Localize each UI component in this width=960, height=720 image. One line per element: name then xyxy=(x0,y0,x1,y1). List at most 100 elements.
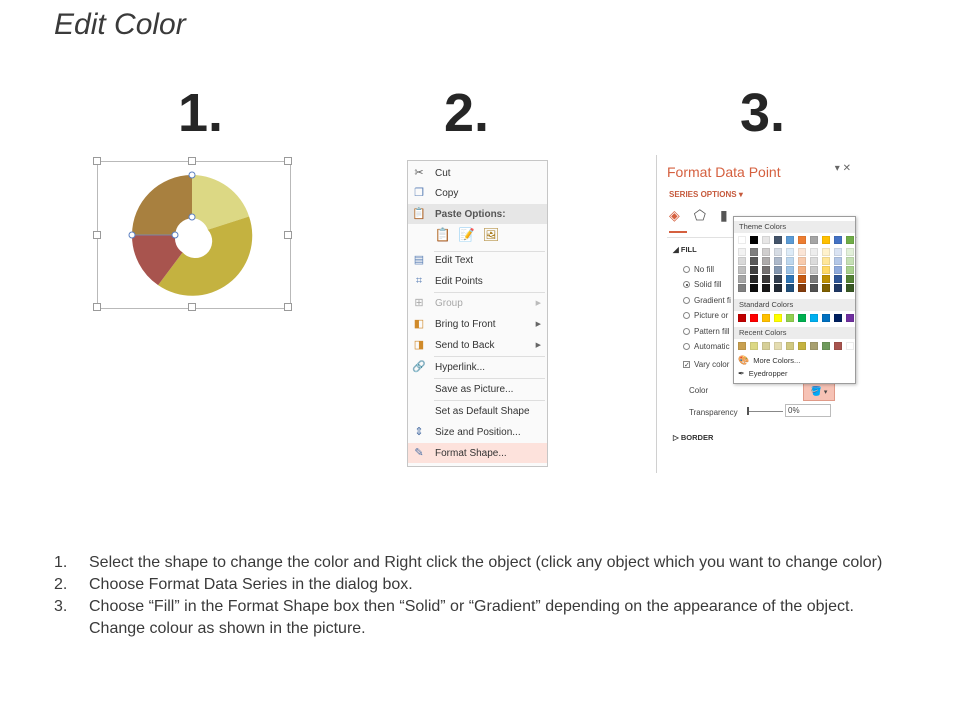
standard-color-swatch[interactable] xyxy=(822,314,830,322)
theme-color-swatch[interactable] xyxy=(822,236,830,244)
theme-color-shade-swatch[interactable] xyxy=(822,284,830,292)
theme-color-shade-swatch[interactable] xyxy=(822,257,830,265)
transparency-slider-track[interactable] xyxy=(747,411,783,412)
theme-color-shade-swatch[interactable] xyxy=(834,275,842,283)
theme-color-shade-swatch[interactable] xyxy=(810,257,818,265)
theme-color-shade-swatch[interactable] xyxy=(798,257,806,265)
theme-color-swatch[interactable] xyxy=(834,236,842,244)
theme-color-swatch[interactable] xyxy=(750,236,758,244)
theme-color-shade-swatch[interactable] xyxy=(834,284,842,292)
paste-merge-formatting-icon[interactable]: 📝 xyxy=(458,225,476,245)
solid-fill-option[interactable]: Solid fill xyxy=(683,280,722,289)
theme-color-shade-swatch[interactable] xyxy=(846,275,854,283)
fill-section-header[interactable]: ◢ FILL xyxy=(673,245,697,254)
paste-keep-formatting-icon[interactable]: 📋 xyxy=(434,225,452,245)
theme-color-shade-swatch[interactable] xyxy=(810,248,818,256)
color-picker-button[interactable]: 🪣 ▾ xyxy=(803,382,835,401)
point-handle[interactable] xyxy=(128,231,136,239)
theme-color-shade-swatch[interactable] xyxy=(786,248,794,256)
effects-tab-icon[interactable]: ⬠ xyxy=(694,207,706,224)
picture-fill-option[interactable]: Picture or xyxy=(683,311,728,320)
theme-color-shade-swatch[interactable] xyxy=(774,257,782,265)
recent-color-swatch[interactable] xyxy=(786,342,794,350)
donut-chart[interactable] xyxy=(96,160,296,310)
transparency-input[interactable]: 0% xyxy=(785,404,831,417)
theme-color-swatch[interactable] xyxy=(786,236,794,244)
theme-color-shade-swatch[interactable] xyxy=(798,284,806,292)
theme-color-shade-swatch[interactable] xyxy=(798,248,806,256)
menu-item-format-shape[interactable]: ✎ Format Shape... xyxy=(408,443,547,463)
menu-item-group[interactable]: ⊞ Group ▶ xyxy=(408,293,547,313)
theme-color-swatch[interactable] xyxy=(774,236,782,244)
menu-item-hyperlink[interactable]: 🔗 Hyperlink... xyxy=(408,357,547,377)
theme-color-shade-swatch[interactable] xyxy=(810,275,818,283)
fill-line-tab-icon[interactable]: ◈ xyxy=(669,207,680,224)
standard-color-swatch[interactable] xyxy=(834,314,842,322)
standard-color-swatch[interactable] xyxy=(774,314,782,322)
theme-color-shade-swatch[interactable] xyxy=(786,266,794,274)
theme-color-shade-swatch[interactable] xyxy=(750,257,758,265)
theme-color-shade-swatch[interactable] xyxy=(774,275,782,283)
recent-color-swatch[interactable] xyxy=(810,342,818,350)
theme-color-shade-swatch[interactable] xyxy=(774,284,782,292)
no-fill-option[interactable]: No fill xyxy=(683,265,714,274)
theme-color-shade-swatch[interactable] xyxy=(774,248,782,256)
theme-color-shade-swatch[interactable] xyxy=(750,248,758,256)
recent-color-swatch[interactable] xyxy=(798,342,806,350)
theme-color-shade-swatch[interactable] xyxy=(738,248,746,256)
menu-item-cut[interactable]: ✂ Cut xyxy=(408,163,547,183)
theme-color-shade-swatch[interactable] xyxy=(786,257,794,265)
theme-color-shade-swatch[interactable] xyxy=(738,266,746,274)
theme-color-shade-swatch[interactable] xyxy=(750,284,758,292)
pane-options-icon[interactable]: ▾ xyxy=(835,163,840,174)
standard-color-swatch[interactable] xyxy=(810,314,818,322)
menu-item-bring-to-front[interactable]: ◧ Bring to Front ▶ xyxy=(408,314,547,334)
menu-item-copy[interactable]: ❐ Copy xyxy=(408,183,547,203)
menu-item-edit-points[interactable]: ⌗ Edit Points xyxy=(408,271,547,291)
theme-color-shade-swatch[interactable] xyxy=(834,248,842,256)
more-colors-item[interactable]: 🎨 More Colors... xyxy=(738,355,800,366)
close-icon[interactable]: ✕ xyxy=(843,163,851,174)
standard-color-swatch[interactable] xyxy=(798,314,806,322)
theme-color-shade-swatch[interactable] xyxy=(798,275,806,283)
pattern-fill-option[interactable]: Pattern fill xyxy=(683,327,730,336)
theme-color-swatch[interactable] xyxy=(846,236,854,244)
vary-colors-checkbox[interactable]: ✓ Vary color xyxy=(683,360,729,369)
recent-color-swatch[interactable] xyxy=(834,342,842,350)
menu-item-edit-text[interactable]: ▤ Edit Text xyxy=(408,250,547,270)
series-options-tab-icon[interactable]: ▮ xyxy=(720,207,728,224)
theme-color-shade-swatch[interactable] xyxy=(738,257,746,265)
theme-color-shade-swatch[interactable] xyxy=(834,257,842,265)
theme-color-shade-swatch[interactable] xyxy=(846,266,854,274)
standard-color-swatch[interactable] xyxy=(846,314,854,322)
standard-color-swatch[interactable] xyxy=(762,314,770,322)
theme-color-shade-swatch[interactable] xyxy=(822,275,830,283)
theme-color-shade-swatch[interactable] xyxy=(762,284,770,292)
theme-color-shade-swatch[interactable] xyxy=(762,266,770,274)
theme-color-shade-swatch[interactable] xyxy=(762,257,770,265)
theme-color-shade-swatch[interactable] xyxy=(846,248,854,256)
recent-color-swatch[interactable] xyxy=(846,342,854,350)
theme-color-shade-swatch[interactable] xyxy=(786,284,794,292)
theme-color-shade-swatch[interactable] xyxy=(834,266,842,274)
theme-color-shade-swatch[interactable] xyxy=(798,266,806,274)
theme-color-shade-swatch[interactable] xyxy=(810,284,818,292)
theme-color-shade-swatch[interactable] xyxy=(810,266,818,274)
theme-color-shade-swatch[interactable] xyxy=(822,266,830,274)
theme-color-swatch[interactable] xyxy=(810,236,818,244)
theme-color-shade-swatch[interactable] xyxy=(762,275,770,283)
theme-color-shade-swatch[interactable] xyxy=(774,266,782,274)
theme-color-shade-swatch[interactable] xyxy=(750,275,758,283)
gradient-fill-option[interactable]: Gradient fi xyxy=(683,296,731,305)
standard-color-swatch[interactable] xyxy=(750,314,758,322)
donut-segment-4[interactable] xyxy=(132,175,192,235)
menu-item-save-as-picture[interactable]: Save as Picture... xyxy=(408,379,547,399)
recent-color-swatch[interactable] xyxy=(738,342,746,350)
recent-color-swatch[interactable] xyxy=(750,342,758,350)
theme-color-shade-swatch[interactable] xyxy=(846,257,854,265)
menu-item-size-and-position[interactable]: ⇕ Size and Position... xyxy=(408,422,547,442)
series-options-dropdown[interactable]: SERIES OPTIONS ▾ xyxy=(669,190,743,199)
theme-color-shade-swatch[interactable] xyxy=(738,275,746,283)
menu-item-set-default-shape[interactable]: Set as Default Shape xyxy=(408,401,547,421)
recent-color-swatch[interactable] xyxy=(762,342,770,350)
